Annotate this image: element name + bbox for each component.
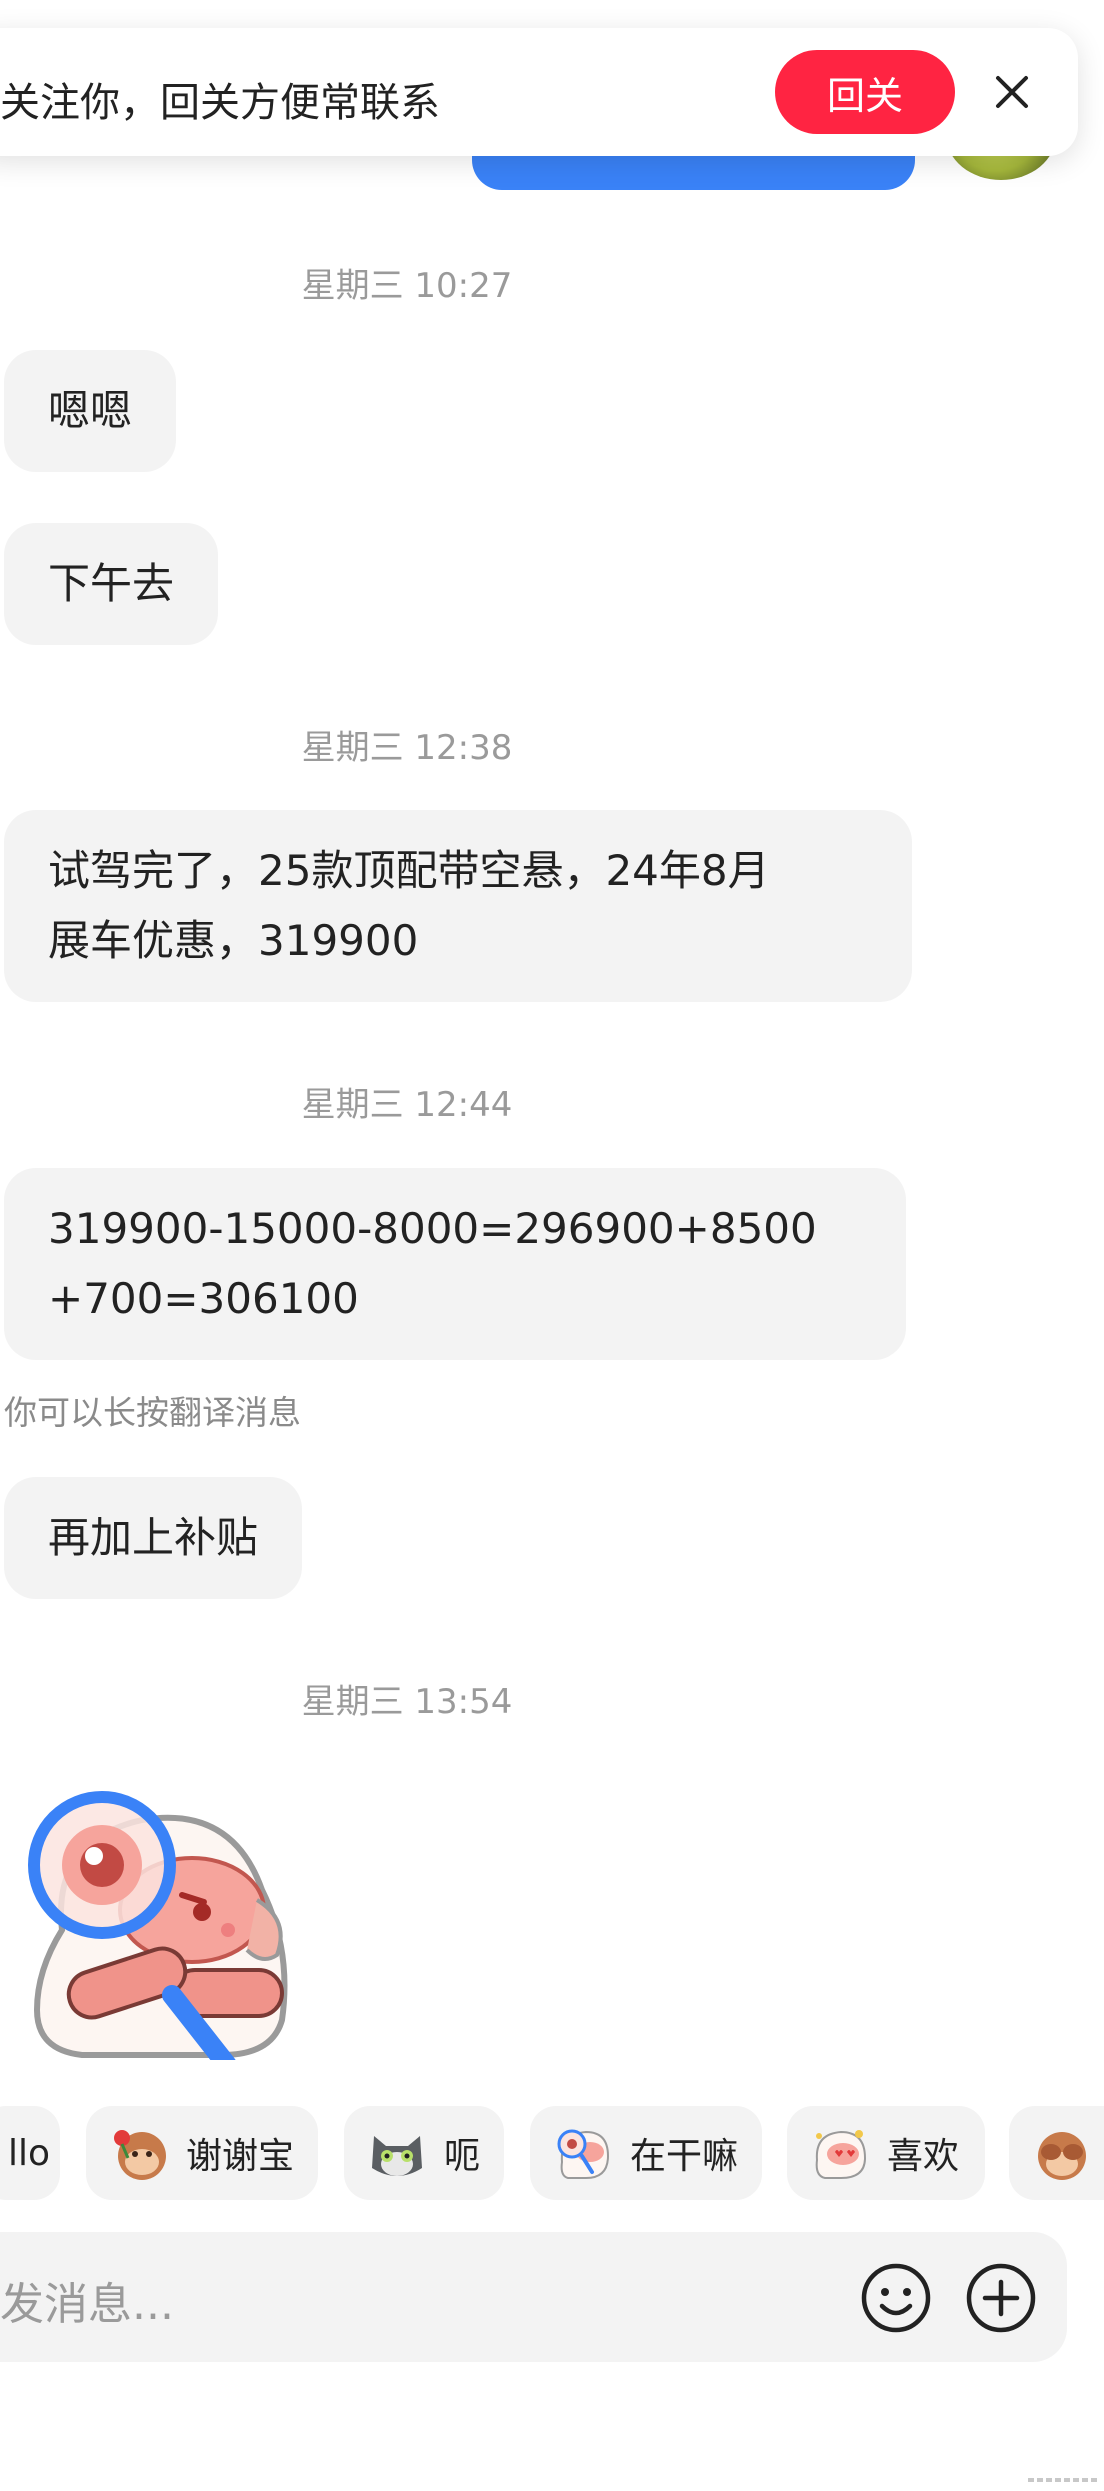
received-message-bubble[interactable]: 再加上补贴	[4, 1477, 303, 1599]
message-line: 试驾完了，25款顶配带空悬，24年8月	[48, 846, 770, 895]
timestamp: 星期三 10:27	[301, 266, 513, 306]
quick-reply-label: 谢谢宝	[186, 2136, 295, 2177]
follow-back-banner: 关注你，回关方便常联系 回关	[0, 28, 1078, 156]
message-line: +700=306100	[48, 1274, 359, 1323]
received-message-bubble[interactable]: 嗯嗯	[4, 350, 177, 472]
received-message-bubble[interactable]: 下午去	[4, 523, 219, 645]
follow-back-text: 关注你，回关方便常联系	[0, 80, 440, 126]
close-icon[interactable]	[990, 70, 1034, 114]
message-line: 展车优惠，319900	[48, 916, 419, 965]
magnifier-sheep-icon	[557, 2129, 610, 2179]
follow-back-button[interactable]: 回关	[775, 50, 955, 134]
quick-reply-chip[interactable]: llo	[0, 2106, 60, 2200]
translate-hint: 你可以长按翻译消息	[4, 1393, 301, 1432]
gray-cat-icon	[372, 2136, 422, 2176]
monkey-cover-eyes-icon	[1038, 2132, 1086, 2180]
monkey-rose-icon	[114, 2130, 166, 2180]
message-input-bar[interactable]: 发消息...	[0, 2232, 1067, 2362]
smiley-icon[interactable]	[860, 2262, 932, 2334]
quick-reply-chip[interactable]: 谢谢宝	[86, 2106, 318, 2200]
timestamp: 星期三 12:44	[301, 1085, 513, 1125]
heart-sheep-icon	[815, 2130, 867, 2179]
quick-reply-chip[interactable]	[1009, 2106, 1104, 2200]
timestamp: 星期三 13:54	[301, 1682, 513, 1722]
quick-reply-label: 喜欢	[887, 2136, 960, 2177]
quick-reply-label: 在干嘛	[630, 2136, 739, 2177]
home-indicator	[1028, 2478, 1098, 2482]
quick-reply-label: 呃	[444, 2136, 481, 2177]
received-message-bubble[interactable]: 试驾完了，25款顶配带空悬，24年8月 展车优惠，319900	[4, 810, 912, 1002]
quick-reply-chip[interactable]: 在干嘛	[530, 2106, 762, 2200]
magnifier-sheep-sticker[interactable]	[22, 1780, 302, 2060]
quick-reply-chip[interactable]: 喜欢	[787, 2106, 985, 2200]
message-line: 319900-15000-8000=296900+8500	[48, 1204, 817, 1253]
timestamp: 星期三 12:38	[301, 728, 513, 768]
plus-circle-icon[interactable]	[965, 2262, 1037, 2334]
message-input[interactable]: 发消息...	[0, 2268, 174, 2332]
quick-reply-chip[interactable]: 呃	[344, 2106, 504, 2200]
quick-reply-label: llo	[8, 2132, 51, 2174]
received-message-bubble[interactable]: 319900-15000-8000=296900+8500 +700=30610…	[4, 1168, 906, 1360]
